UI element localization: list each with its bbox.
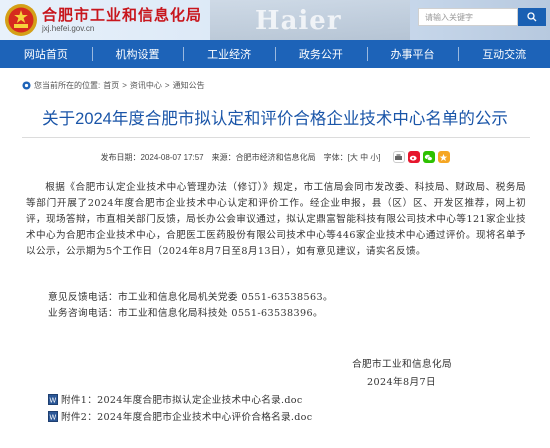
site-domain: jxj.hefei.gov.cn xyxy=(42,24,95,33)
font-label: 字体： xyxy=(323,152,348,162)
attachment-link-1[interactable]: 附件1：2024年度合肥市拟认定企业技术中心名录.doc xyxy=(61,392,303,406)
site-title[interactable]: 合肥市工业和信息化局 xyxy=(42,4,202,25)
nav-item-organization[interactable]: 机构设置 xyxy=(91,40,184,68)
share-buttons xyxy=(392,151,450,163)
publish-date: 2024-08-07 17:57 xyxy=(140,152,204,162)
header-banner-text: Haier xyxy=(255,6,342,36)
national-emblem-icon xyxy=(5,4,37,36)
search-icon xyxy=(527,12,537,22)
word-document-icon: W xyxy=(48,393,58,405)
weibo-icon[interactable] xyxy=(407,151,420,163)
breadcrumb-item-home[interactable]: 首页 xyxy=(103,80,119,91)
source-value: 合肥市经济和信息化局 xyxy=(235,152,316,162)
font-size-group: 字体：[大 中 小] xyxy=(324,152,381,163)
breadcrumb: 您当前所在的位置: 首页 > 资讯中心 > 通知公告 xyxy=(22,80,205,91)
attachment-item[interactable]: W 附件2：2024年度合肥市企业技术中心评价合格名录.doc xyxy=(48,409,312,423)
nav-item-service-platform[interactable]: 办事平台 xyxy=(366,40,459,68)
word-document-icon: W xyxy=(48,410,58,422)
article-paragraph: 根据《合肥市认定企业技术中心管理办法（修订）》规定，市工信局会同市发改委、科技局… xyxy=(26,182,526,257)
publish-label: 发布日期： xyxy=(100,152,141,162)
qzone-icon[interactable] xyxy=(437,151,450,163)
svg-text:W: W xyxy=(49,413,56,421)
breadcrumb-separator: > xyxy=(164,81,170,90)
feedback-phone-line: 意见反馈电话：市工业和信息化局机关党委 0551-63538563。 xyxy=(48,292,334,303)
breadcrumb-item-news-center[interactable]: 资讯中心 xyxy=(130,80,162,91)
consultation-phone-line: 业务咨询电话：市工业和信息化局科技处 0551-63538396。 xyxy=(48,308,324,319)
article-title: 关于2024年度合肥市拟认定和评价合格企业技术中心名单的公示 xyxy=(42,110,508,128)
nav-item-interaction[interactable]: 互动交流 xyxy=(458,40,550,68)
publish-date-group: 发布日期：2024-08-07 17:57 xyxy=(100,152,203,163)
site-header: Haier 合肥市工业和信息化局 jxj.hefei.gov.cn 请输入关键字 xyxy=(0,0,550,40)
main-nav: 网站首页 机构设置 工业经济 政务公开 办事平台 互动交流 xyxy=(0,40,550,68)
signature-org: 合肥市工业和信息化局 xyxy=(352,359,452,370)
svg-text:W: W xyxy=(49,396,56,404)
source-label: 来源： xyxy=(211,152,236,162)
search-button[interactable] xyxy=(518,8,546,26)
nav-item-industrial-economy[interactable]: 工业经济 xyxy=(183,40,275,68)
nav-item-government-affairs[interactable]: 政务公开 xyxy=(275,40,367,68)
article-meta: 发布日期：2024-08-07 17:57 来源：合肥市经济和信息化局 字体：[… xyxy=(0,145,550,169)
breadcrumb-separator: > xyxy=(122,81,127,90)
wechat-icon[interactable] xyxy=(422,151,435,163)
title-divider xyxy=(22,137,530,138)
breadcrumb-prefix: 您当前所在的位置: xyxy=(34,81,101,90)
attachment-link-2[interactable]: 附件2：2024年度合肥市企业技术中心评价合格名录.doc xyxy=(61,409,312,423)
source-group: 来源：合肥市经济和信息化局 xyxy=(212,152,316,163)
search-input[interactable]: 请输入关键字 xyxy=(418,8,518,26)
location-pin-icon xyxy=(22,81,31,90)
breadcrumb-item-notices[interactable]: 通知公告 xyxy=(173,80,205,91)
signature-date: 2024年8月7日 xyxy=(366,377,436,388)
print-icon[interactable] xyxy=(392,151,405,163)
nav-item-home[interactable]: 网站首页 xyxy=(0,40,92,68)
font-size-options[interactable]: [大 中 小] xyxy=(348,153,381,162)
attachment-item[interactable]: W 附件1：2024年度合肥市拟认定企业技术中心名录.doc xyxy=(48,392,303,406)
